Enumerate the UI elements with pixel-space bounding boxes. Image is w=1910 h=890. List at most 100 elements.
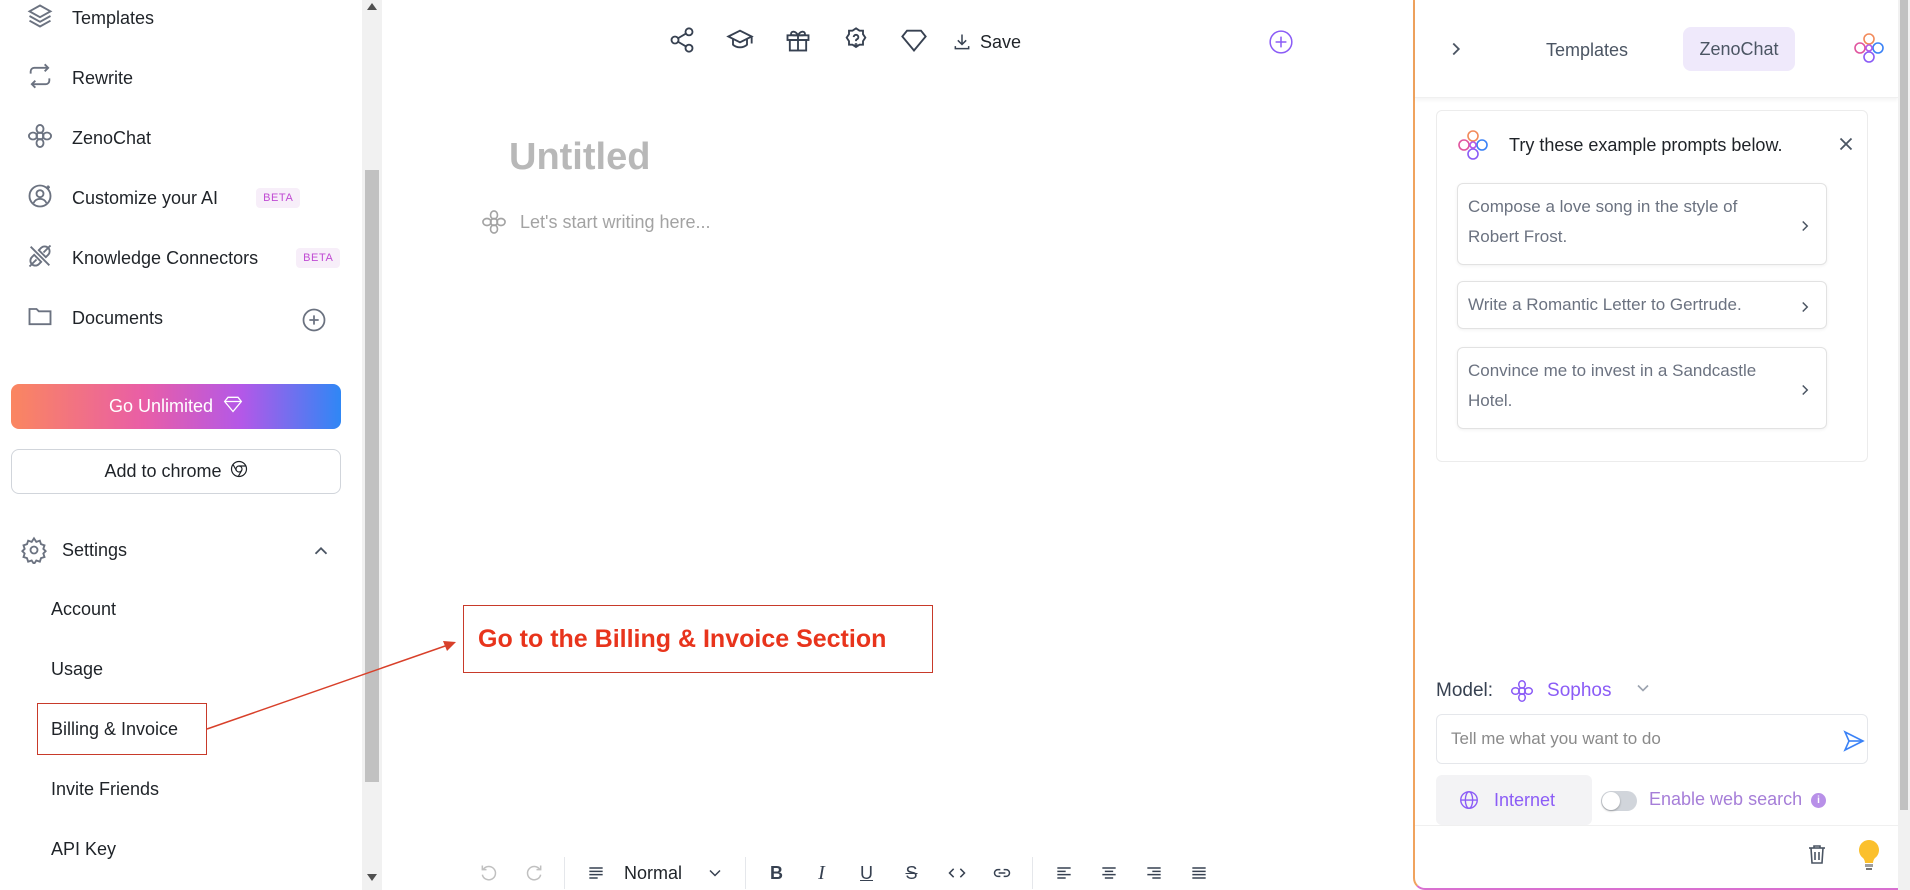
beta-badge: BETA xyxy=(296,248,341,268)
layers-icon xyxy=(26,2,54,35)
chevron-up-icon[interactable] xyxy=(310,540,332,562)
sidebar-item-templates[interactable]: Templates xyxy=(26,0,154,38)
save-label: Save xyxy=(980,31,1022,52)
zenochat-logo-icon xyxy=(1851,30,1887,66)
code-icon[interactable] xyxy=(934,856,979,890)
sidebar-item-label: ZenoChat xyxy=(72,127,152,148)
toolbar-divider xyxy=(564,857,565,889)
chat-panel: Templates ZenoChat Try these example pro… xyxy=(1413,0,1898,890)
beta-badge: BETA xyxy=(256,188,301,208)
text-style-select[interactable]: Normal xyxy=(624,863,682,884)
close-icon[interactable] xyxy=(1835,133,1857,155)
chat-footer-divider xyxy=(1415,825,1898,826)
add-document-icon[interactable] xyxy=(300,306,328,334)
chevron-right-icon xyxy=(1796,215,1814,233)
sidebar-item-rewrite[interactable]: Rewrite xyxy=(26,58,133,98)
example-prompt-1[interactable]: Compose a love song in the style of Robe… xyxy=(1457,183,1827,265)
settings-item-invite-friends[interactable]: Invite Friends xyxy=(51,774,159,804)
lightbulb-icon[interactable] xyxy=(1855,838,1883,872)
help-icon[interactable] xyxy=(842,26,870,59)
folder-icon xyxy=(26,302,54,335)
link-icon[interactable] xyxy=(979,856,1024,890)
settings-toggle[interactable]: Settings xyxy=(20,530,340,570)
web-search-label: Enable web search xyxy=(1649,789,1803,809)
info-icon[interactable]: i xyxy=(1811,793,1826,808)
align-center-icon[interactable] xyxy=(1086,856,1131,890)
send-icon[interactable] xyxy=(1842,729,1866,753)
sidebar-item-zenochat[interactable]: ZenoChat xyxy=(26,118,151,158)
brain-icon xyxy=(26,122,54,155)
share-icon[interactable] xyxy=(668,26,696,59)
chevron-down-icon[interactable] xyxy=(692,856,737,890)
strikethrough-icon[interactable]: S xyxy=(889,856,934,890)
go-unlimited-button[interactable]: Go Unlimited xyxy=(11,384,341,429)
trash-icon[interactable] xyxy=(1805,842,1829,866)
settings-item-usage[interactable]: Usage xyxy=(51,654,103,684)
underline-icon[interactable]: U xyxy=(844,856,889,890)
align-justify-icon[interactable] xyxy=(1176,856,1221,890)
example-prompt-3[interactable]: Convince me to invest in a Sandcastle Ho… xyxy=(1457,347,1827,429)
download-icon xyxy=(954,34,970,50)
tab-zenochat[interactable]: ZenoChat xyxy=(1683,27,1795,71)
model-selector[interactable]: Model: Sophos xyxy=(1436,678,1653,704)
chrome-icon xyxy=(230,460,248,483)
example-prompts-title: Try these example prompts below. xyxy=(1509,134,1783,155)
align-right-icon[interactable] xyxy=(1131,856,1176,890)
example-prompts-header: Try these example prompts below. xyxy=(1455,127,1782,163)
gift-icon[interactable] xyxy=(784,26,812,59)
brain-icon xyxy=(1509,678,1535,704)
scroll-thumb[interactable] xyxy=(365,170,379,782)
settings-item-api-key[interactable]: API Key xyxy=(51,834,116,864)
example-prompt-text: Write a Romantic Letter to Gertrude. xyxy=(1468,295,1742,314)
scroll-up-arrow[interactable] xyxy=(367,3,377,10)
bold-icon[interactable]: B xyxy=(754,856,799,890)
scroll-down-arrow[interactable] xyxy=(367,874,377,881)
add-block-icon[interactable] xyxy=(1268,29,1294,55)
plug-icon xyxy=(26,242,54,275)
user-settings-icon xyxy=(26,182,54,215)
go-unlimited-label: Go Unlimited xyxy=(108,396,214,416)
chat-input[interactable]: Tell me what you want to do xyxy=(1436,714,1868,764)
editor-top-toolbar: Save xyxy=(668,22,1021,62)
chevron-right-icon[interactable] xyxy=(1445,38,1467,60)
redo-icon[interactable] xyxy=(511,856,556,890)
example-prompt-2[interactable]: Write a Romantic Letter to Gertrude. xyxy=(1457,281,1827,329)
document-title[interactable]: Untitled xyxy=(509,136,650,179)
tab-templates[interactable]: Templates xyxy=(1527,30,1647,70)
web-search-toggle[interactable] xyxy=(1601,791,1637,811)
add-to-chrome-button[interactable]: Add to chrome xyxy=(11,449,341,494)
internet-button[interactable]: Internet xyxy=(1436,775,1592,825)
chevron-down-icon xyxy=(1633,678,1653,704)
model-label: Model: xyxy=(1436,680,1494,701)
settings-item-account[interactable]: Account xyxy=(51,594,116,624)
document-body-placeholder[interactable]: Let's start writing here... xyxy=(480,208,711,236)
chat-header: Templates ZenoChat xyxy=(1415,0,1898,98)
zenochat-logo-icon xyxy=(1455,127,1491,163)
chevron-right-icon xyxy=(1796,296,1814,314)
example-prompts-card: Try these example prompts below. Compose… xyxy=(1436,110,1868,462)
sidebar-item-label: Documents xyxy=(72,307,164,328)
sidebar-item-knowledge-connectors[interactable]: Knowledge Connectors BETA xyxy=(26,238,341,278)
save-button[interactable]: Save xyxy=(952,32,1021,53)
scroll-thumb[interactable] xyxy=(1900,0,1908,810)
sidebar-item-documents[interactable]: Documents xyxy=(26,298,163,338)
sidebar-item-label: Rewrite xyxy=(72,67,134,88)
app-root: Templates Rewrite ZenoChat Customize you… xyxy=(0,0,1910,890)
annotation-callout: Go to the Billing & Invoice Section xyxy=(463,605,933,673)
undo-icon[interactable] xyxy=(466,856,511,890)
brain-icon xyxy=(482,210,506,234)
gear-icon xyxy=(21,536,47,564)
sidebar-scrollbar[interactable] xyxy=(362,0,382,890)
italic-icon[interactable]: I xyxy=(799,856,844,890)
sidebar-item-customize-ai[interactable]: Customize your AI BETA xyxy=(26,178,301,218)
example-prompt-text: Convince me to invest in a Sandcastle Ho… xyxy=(1468,361,1757,410)
paragraph-style-icon[interactable] xyxy=(573,856,618,890)
sidebar-item-label: Customize your AI xyxy=(72,187,219,208)
model-name: Sophos xyxy=(1547,680,1612,701)
diamond-icon[interactable] xyxy=(900,26,928,59)
diamond-icon xyxy=(223,394,243,419)
graduation-cap-icon[interactable] xyxy=(726,26,754,59)
page-scrollbar[interactable] xyxy=(1898,0,1910,890)
chat-input-placeholder: Tell me what you want to do xyxy=(1451,729,1661,748)
align-left-icon[interactable] xyxy=(1041,856,1086,890)
